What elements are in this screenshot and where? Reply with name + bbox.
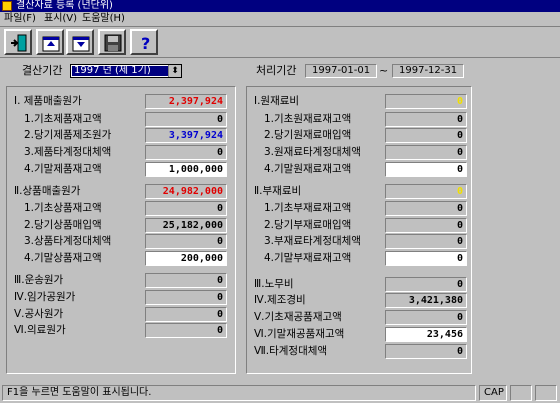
calendar-up-icon: [42, 36, 60, 52]
toolbar: ?: [0, 27, 560, 58]
left-row-value[interactable]: 1,000,000: [145, 162, 227, 177]
save-disk-icon: [104, 34, 122, 52]
right-row-label: Ⅰ.원재료비: [254, 95, 300, 107]
window-title: 결산자료 등록 (년단위): [16, 0, 113, 11]
left-row-value: 0: [145, 290, 227, 305]
right-row-value: 0: [385, 218, 467, 233]
left-row-value: 0: [145, 323, 227, 338]
right-row-label: 4.기말원재료재고액: [264, 163, 352, 175]
processing-end-date: 1997-12-31: [392, 64, 464, 78]
menu-help[interactable]: 도움말(H): [82, 12, 125, 26]
left-row-label: 4.기말상품재고액: [24, 252, 102, 264]
left-row-label: 4.기말제품재고액: [24, 163, 102, 175]
period-select[interactable]: 1997 년 (제 1기) ⬍: [70, 64, 182, 78]
right-row-label: 2.당기원재료매입액: [264, 129, 352, 141]
left-row-label: 3.제품타계정대체액: [24, 146, 112, 158]
status-bar: F1을 누르면 도움말이 표시됩니다. CAP: [0, 382, 560, 403]
left-row-value: 0: [145, 307, 227, 322]
calendar-down-icon: [72, 36, 90, 52]
left-row-value[interactable]: 200,000: [145, 251, 227, 266]
right-row-value: 0: [385, 94, 467, 109]
right-row-label: 4.기말부재료재고액: [264, 252, 352, 264]
status-cell-3: [535, 385, 557, 401]
right-row-label: 2.당기부재료매입액: [264, 219, 352, 231]
title-bar: 결산자료 등록 (년단위): [0, 0, 560, 12]
menu-file[interactable]: 파일(F): [4, 12, 36, 26]
right-row-value: 0: [385, 277, 467, 292]
right-row-value: 0: [385, 201, 467, 216]
left-row-value: 3,397,924: [145, 128, 227, 143]
processing-separator: ~: [379, 64, 389, 77]
left-row-label: Ⅳ.임가공원가: [14, 291, 76, 303]
right-row-label: Ⅳ.제조경비: [254, 294, 306, 306]
menu-view[interactable]: 표시(V): [44, 12, 77, 26]
left-row-value: 24,982,000: [145, 184, 227, 199]
period-label: 결산기간: [22, 64, 63, 77]
help-button[interactable]: ?: [130, 29, 158, 55]
right-row-label: 3.부재료타계정대체액: [264, 235, 361, 247]
right-row-value: 0: [385, 344, 467, 359]
left-row-value: 0: [145, 112, 227, 127]
dropdown-arrow-icon[interactable]: ⬍: [168, 65, 181, 77]
right-row-label: 1.기초원재료재고액: [264, 113, 352, 125]
status-cell-2: [510, 385, 532, 401]
right-row-value: 0: [385, 128, 467, 143]
right-row-value[interactable]: 23,456: [385, 327, 467, 342]
previous-year-button[interactable]: [36, 29, 64, 55]
processing-start-date: 1997-01-01: [305, 64, 377, 78]
left-row-label: Ⅰ. 제품매출원가: [14, 95, 82, 107]
left-row-label: 1.기초상품재고액: [24, 202, 102, 214]
left-row-label: Ⅵ.의료원가: [14, 324, 66, 336]
right-row-value: 3,421,380: [385, 293, 467, 308]
menu-bar: 파일(F) 표시(V) 도움말(H): [0, 12, 560, 27]
right-row-value: 0: [385, 112, 467, 127]
right-row-value: 0: [385, 310, 467, 325]
right-row-label: 1.기초부재료재고액: [264, 202, 352, 214]
right-row-value: 0: [385, 145, 467, 160]
period-selected-value: 1997 년 (제 1기): [72, 66, 170, 76]
left-row-value: 0: [145, 145, 227, 160]
right-row-value: 0: [385, 234, 467, 249]
processing-label: 처리기간: [256, 64, 297, 77]
right-row-label: Ⅲ.노무비: [254, 278, 294, 290]
left-row-label: 3.상품타계정대체액: [24, 235, 112, 247]
right-row-value: 0: [385, 184, 467, 199]
right-row-value[interactable]: 0: [385, 251, 467, 266]
left-row-label: Ⅴ.공사원가: [14, 308, 64, 320]
exit-door-icon: [11, 34, 27, 52]
right-row-label: 3.원재료타계정대체액: [264, 146, 361, 158]
left-row-label: Ⅱ.상품매출원가: [14, 185, 81, 197]
left-row-label: 2.당기제품제조원가: [24, 129, 112, 141]
left-row-value: 0: [145, 234, 227, 249]
caps-indicator: CAP: [479, 385, 507, 401]
left-row-value: 0: [145, 273, 227, 288]
save-button[interactable]: [98, 29, 126, 55]
svg-text:?: ?: [141, 34, 150, 53]
help-question-icon: ?: [141, 34, 150, 53]
right-row-value[interactable]: 0: [385, 162, 467, 177]
right-row-label: Ⅴ.기초재공품재고액: [254, 311, 342, 323]
left-row-value: 2,397,924: [145, 94, 227, 109]
right-row-label: Ⅶ.타계정대체액: [254, 345, 328, 357]
right-row-label: Ⅱ.부재료비: [254, 185, 302, 197]
next-year-button[interactable]: [66, 29, 94, 55]
app-icon: [2, 1, 12, 11]
left-row-label: 1.기초제품재고액: [24, 113, 102, 125]
left-row-label: 2.당기상품매입액: [24, 219, 102, 231]
right-row-label: Ⅵ.기말재공품재고액: [254, 328, 345, 340]
exit-button[interactable]: [4, 29, 32, 55]
left-row-value: 0: [145, 201, 227, 216]
status-message: F1을 누르면 도움말이 표시됩니다.: [2, 385, 476, 401]
left-row-label: Ⅲ.운송원가: [14, 274, 64, 286]
left-row-value: 25,182,000: [145, 218, 227, 233]
